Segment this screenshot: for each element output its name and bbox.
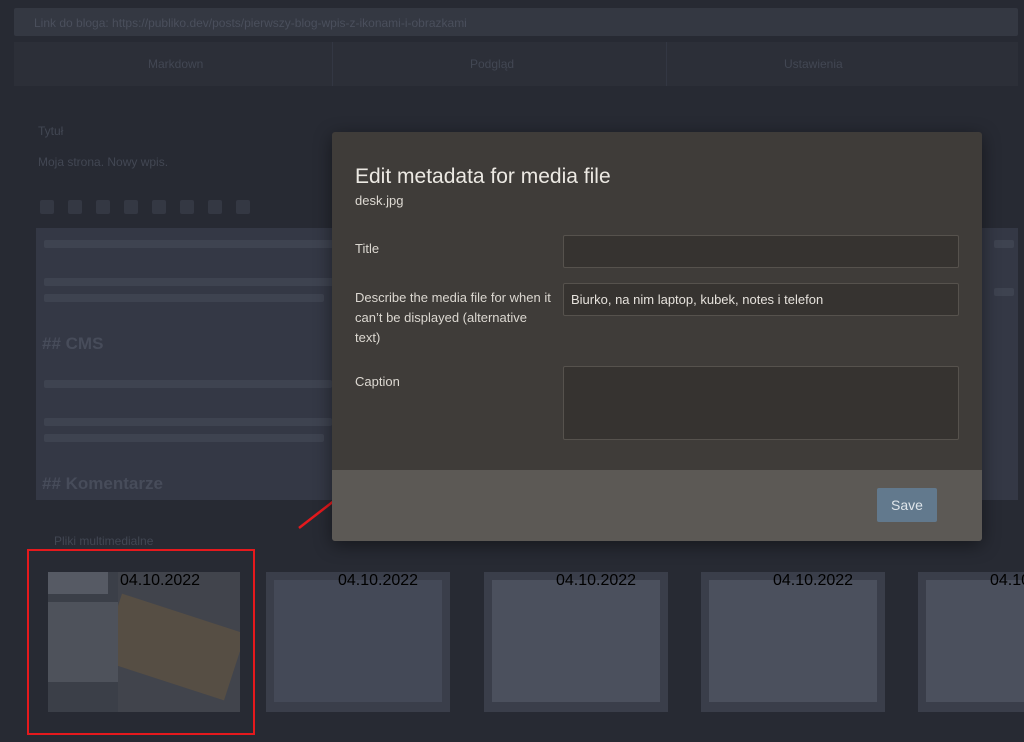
blog-url-text: Link do bloga: https://publiko.dev/posts… — [34, 16, 467, 30]
tab-markdown[interactable]: Markdown — [148, 57, 203, 71]
editor-toolbar — [40, 200, 264, 222]
highlight-box — [27, 549, 255, 735]
alt-text-input[interactable] — [563, 283, 959, 316]
alt-text-field-label: Describe the media file for when it can’… — [355, 290, 551, 345]
dialog-filename: desk.jpg — [355, 193, 404, 208]
editor-text-line — [994, 240, 1014, 248]
link-icon[interactable] — [180, 200, 194, 214]
editor-heading-cms: ## CMS — [42, 334, 104, 353]
post-title-value[interactable]: Moja strona. Nowy wpis. — [38, 155, 168, 169]
quote-icon[interactable] — [124, 200, 138, 214]
editor-text-line — [44, 380, 332, 388]
post-title-label: Tytuł — [38, 124, 64, 138]
editor-text-line — [44, 418, 332, 426]
heading-icon[interactable] — [96, 200, 110, 214]
media-label: Pliki multimedialne — [54, 534, 154, 548]
editor-text-line — [44, 434, 324, 442]
save-button[interactable]: Save — [877, 488, 937, 522]
editor-heading-comments: ## Komentarze — [42, 474, 163, 493]
editor-tabs: Markdown Podgląd Ustawienia — [14, 42, 1018, 86]
editor-text-line — [44, 240, 334, 248]
title-field-label: Title — [355, 241, 380, 256]
tab-divider — [666, 42, 667, 86]
bold-icon[interactable] — [40, 200, 54, 214]
tab-preview[interactable]: Podgląd — [470, 57, 514, 71]
dialog-footer: Save — [332, 470, 982, 541]
blog-url-bar: Link do bloga: https://publiko.dev/posts… — [14, 8, 1018, 36]
editor-text-line — [994, 288, 1014, 296]
code-icon[interactable] — [236, 200, 250, 214]
title-input[interactable] — [563, 235, 959, 268]
caption-field-label: Caption — [355, 374, 400, 389]
list-icon[interactable] — [152, 200, 166, 214]
dialog-title: Edit metadata for media file — [355, 165, 611, 188]
image-icon[interactable] — [208, 200, 222, 214]
thumbnail-date: 04.10.2022 — [990, 572, 1024, 589]
caption-textarea[interactable] — [563, 366, 959, 440]
tab-divider — [332, 42, 333, 86]
editor-text-line — [44, 294, 324, 302]
tab-settings[interactable]: Ustawienia — [784, 57, 843, 71]
edit-metadata-dialog: Edit metadata for media file desk.jpg Ti… — [332, 132, 982, 541]
editor-text-line — [44, 278, 334, 286]
italic-icon[interactable] — [68, 200, 82, 214]
